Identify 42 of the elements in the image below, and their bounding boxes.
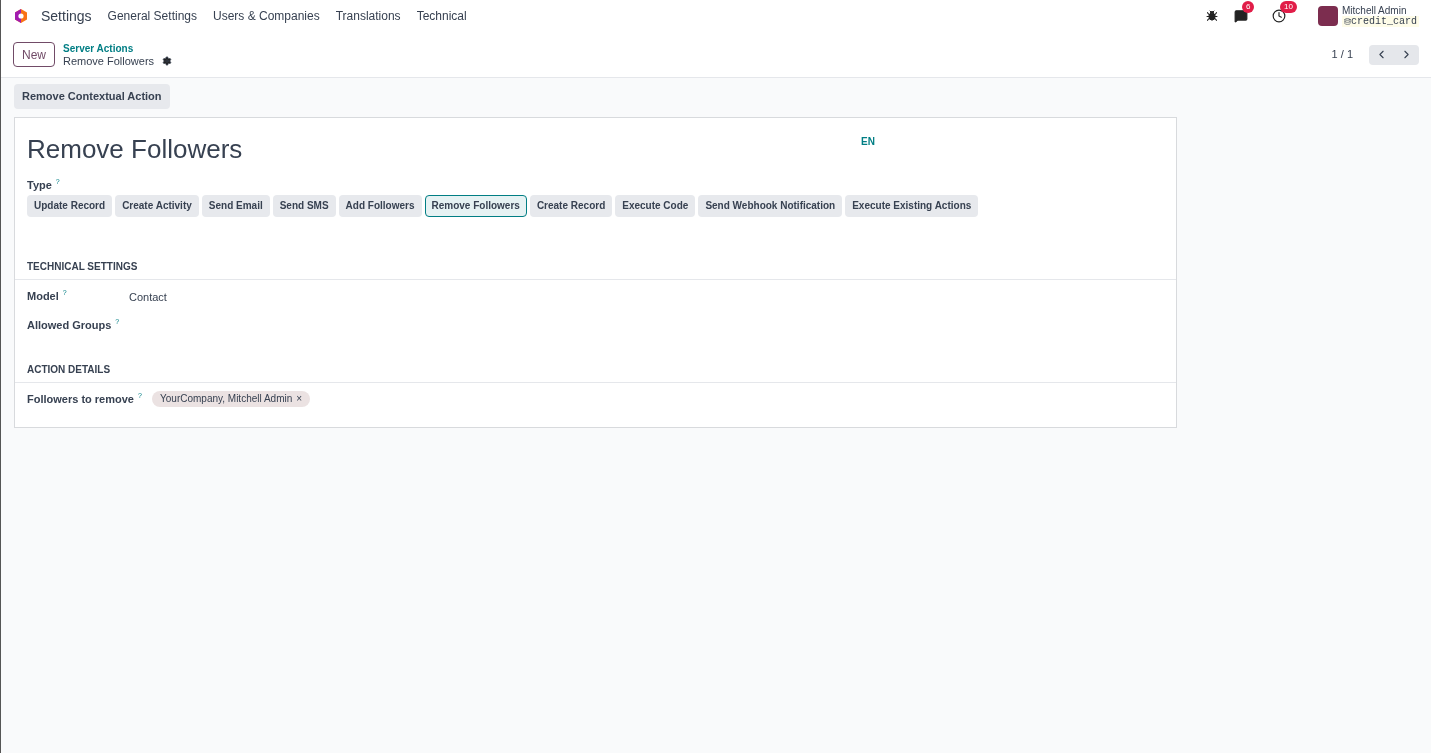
database-label: credit_card bbox=[1342, 16, 1419, 27]
language-button[interactable]: EN bbox=[861, 134, 875, 169]
type-option[interactable]: Send Email bbox=[201, 194, 270, 217]
action-button[interactable]: Remove Contextual Action bbox=[14, 84, 170, 109]
field-label: Followers to remove bbox=[27, 391, 134, 407]
field-label: Type bbox=[27, 178, 52, 193]
type-option[interactable]: Remove Followers bbox=[424, 194, 527, 217]
notification-badge: 10 bbox=[1280, 1, 1297, 13]
app-logo-icon[interactable] bbox=[13, 8, 29, 24]
type-option[interactable]: Send SMS bbox=[272, 194, 336, 217]
type-option[interactable]: Create Record bbox=[529, 194, 613, 217]
database-icon bbox=[1344, 18, 1351, 25]
new-button[interactable]: New bbox=[13, 42, 55, 67]
notification-badge: 6 bbox=[1242, 1, 1255, 13]
clock-icon[interactable] bbox=[1272, 9, 1286, 23]
tag[interactable]: YourCompany, Mitchell Admin × bbox=[152, 390, 311, 407]
type-option[interactable]: Add Followers bbox=[338, 194, 422, 217]
section-header: ACTION DETAILS bbox=[27, 363, 111, 375]
remove-tag-button[interactable]: × bbox=[296, 391, 303, 406]
menu-item[interactable]: General Settings bbox=[107, 7, 197, 25]
pager[interactable]: 1 / 1 bbox=[1331, 46, 1353, 63]
record-name: Remove Followers bbox=[27, 133, 244, 166]
type-option[interactable]: Execute Existing Actions bbox=[845, 194, 979, 217]
type-option[interactable]: Update Record bbox=[27, 194, 113, 217]
type-option[interactable]: Send Webhook Notification bbox=[698, 194, 843, 217]
menu-item[interactable]: Translations bbox=[335, 7, 401, 25]
menu-item[interactable]: Users & Companies bbox=[213, 7, 320, 25]
avatar[interactable] bbox=[1318, 6, 1338, 26]
type-option[interactable]: Execute Code bbox=[615, 194, 696, 217]
type-option[interactable]: Create Activity bbox=[115, 194, 199, 217]
section-header: TECHNICAL SETTINGS bbox=[27, 260, 138, 272]
breadcrumb-link[interactable]: Server Actions bbox=[63, 42, 173, 55]
field-label: Allowed Groups bbox=[27, 318, 112, 333]
app-title[interactable]: Settings bbox=[41, 5, 92, 27]
user-name: Mitchell Admin bbox=[1342, 5, 1408, 16]
chat-icon[interactable] bbox=[1234, 9, 1248, 23]
debug-icon[interactable] bbox=[1206, 10, 1218, 22]
menu-item[interactable]: Technical bbox=[416, 7, 467, 25]
field-label: Model bbox=[27, 288, 59, 304]
settings-icon[interactable] bbox=[162, 55, 173, 66]
field-value[interactable]: Contact bbox=[129, 288, 167, 305]
record-title: Remove Followers bbox=[63, 54, 155, 67]
